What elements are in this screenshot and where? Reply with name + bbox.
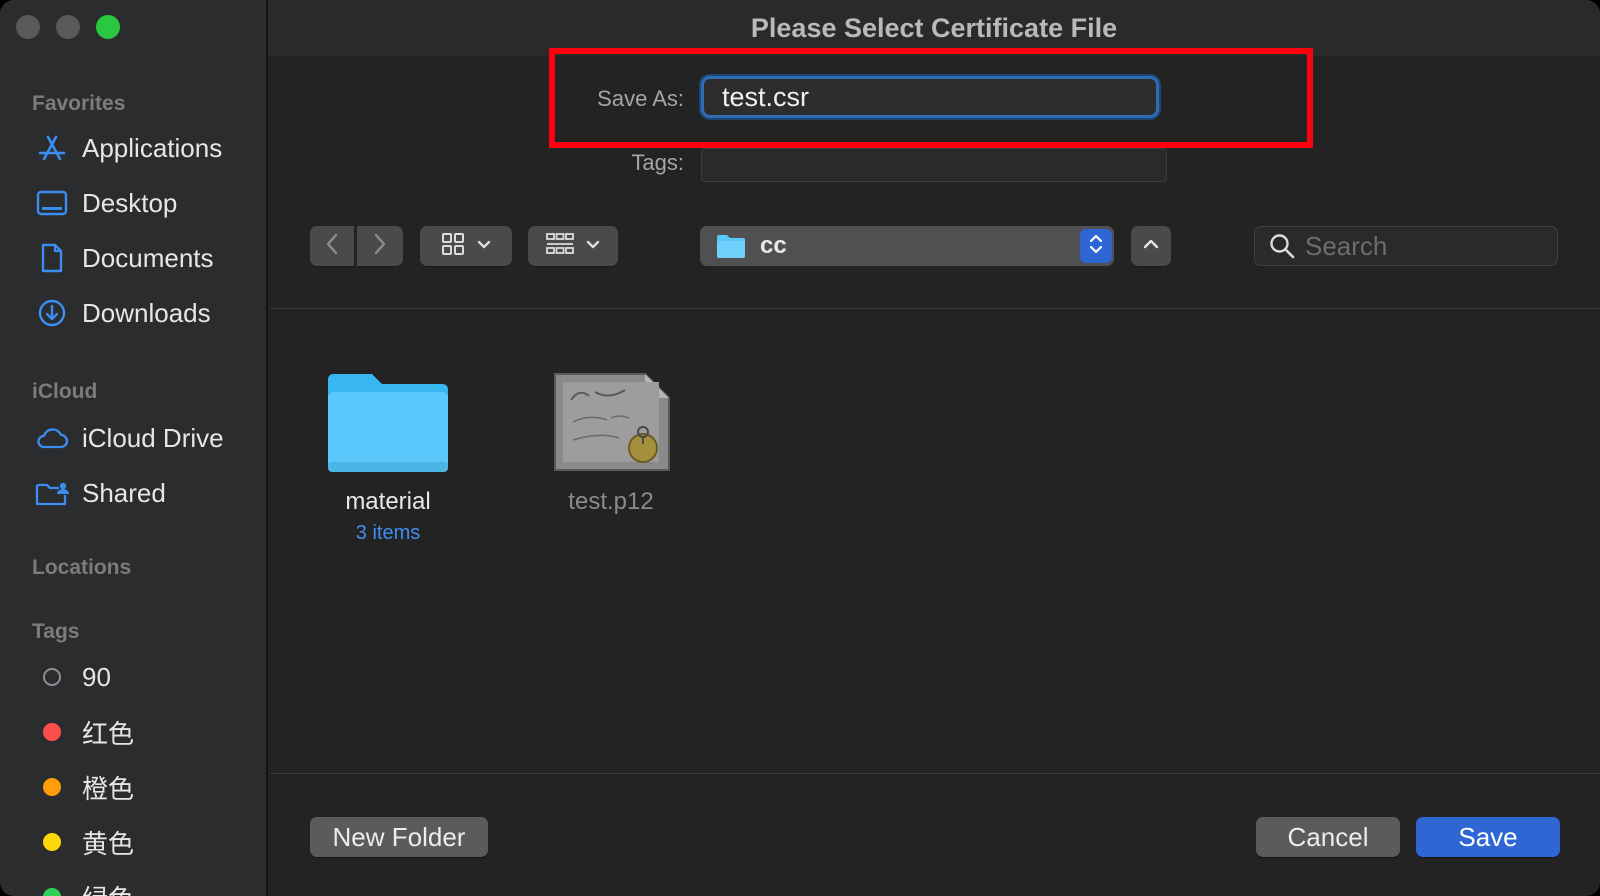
sidebar-tag-label: 黄色 [82,828,135,859]
downloads-icon [34,298,70,328]
sidebar-tag-label: 绿色 [82,879,134,896]
collapse-button[interactable] [1131,226,1171,266]
sidebar-item-downloads[interactable]: Downloads [26,291,262,335]
sidebar-item-icloud-drive[interactable]: iCloud Drive [26,416,262,460]
chevron-left-icon [325,233,339,260]
chevron-up-down-icon [1089,232,1103,261]
back-button[interactable] [310,226,354,266]
sidebar: Favorites Applications Desktop Documents… [0,0,268,896]
sidebar-section-icloud: iCloud [32,380,98,403]
cloud-icon [34,423,70,453]
sidebar-tag-orange[interactable]: 橙色 [26,765,262,809]
save-button[interactable]: Save [1416,817,1560,857]
sidebar-item-label: Desktop [82,187,178,218]
search-icon [1269,233,1295,259]
location-popup[interactable]: cc [700,226,1114,266]
sidebar-tag-label: 橙色 [82,773,135,804]
certificate-file-icon [511,370,711,474]
folder-icon [716,233,746,259]
file-item-folder[interactable]: material 3 items [288,370,488,545]
sidebar-tag-yellow[interactable]: 黄色 [26,820,262,864]
close-window-button[interactable] [16,15,40,39]
icon-view-icon [441,232,465,261]
sidebar-item-label: Downloads [82,297,211,328]
sidebar-item-shared[interactable]: Shared [26,471,262,515]
highlight-box [549,48,1313,148]
sidebar-item-label: Shared [82,477,166,508]
sidebar-section-tags: Tags [32,620,80,643]
document-icon [34,243,70,273]
applications-icon [34,133,70,163]
sidebar-item-label: Applications [82,132,223,163]
tag-dot-icon [34,772,70,802]
tags-label: Tags: [631,150,684,175]
chevron-down-icon [586,237,600,255]
location-label: cc [760,232,787,259]
chevron-up-icon [1143,237,1159,255]
file-item-certificate: test.p12 [511,370,711,516]
search-input[interactable] [1303,229,1547,263]
shared-folder-icon [34,478,70,508]
tag-dot-icon [34,717,70,747]
save-dialog-window: Favorites Applications Desktop Documents… [0,0,1600,896]
file-item-count: 3 items [355,522,421,544]
file-name: test.p12 [568,488,654,515]
chevron-right-icon [373,233,387,260]
toolbar-divider [270,308,1600,309]
tag-dot-icon [34,827,70,857]
cancel-button[interactable]: Cancel [1256,817,1400,857]
sidebar-tag-red[interactable]: 红色 [26,710,262,754]
footer-divider [270,773,1600,774]
sidebar-item-documents[interactable]: Documents [26,236,262,280]
new-folder-button[interactable]: New Folder [310,817,488,857]
minimize-window-button[interactable] [56,15,80,39]
file-name: material [345,488,431,515]
zoom-window-button[interactable] [96,15,120,39]
tags-field[interactable] [701,148,1167,182]
chevron-down-icon [477,237,491,255]
location-stepper[interactable] [1080,229,1112,263]
sidebar-item-label: Documents [82,242,214,273]
sidebar-tag-label: 90 [82,661,111,692]
sidebar-item-label: iCloud Drive [82,422,224,453]
sidebar-tag-90[interactable]: 90 [26,655,262,699]
desktop-icon [34,188,70,218]
search-field[interactable] [1254,226,1558,266]
view-mode-button[interactable] [420,226,512,266]
group-view-icon [546,232,574,261]
sidebar-item-applications[interactable]: Applications [26,126,262,170]
sidebar-item-desktop[interactable]: Desktop [26,181,262,225]
sidebar-tag-green[interactable]: 绿色 [26,875,262,896]
tag-dot-icon [34,882,70,896]
sidebar-tag-label: 红色 [82,718,135,749]
tag-dot-icon [34,662,70,692]
group-by-button[interactable] [528,226,618,266]
sidebar-section-favorites: Favorites [32,92,126,115]
forward-button[interactable] [357,226,403,266]
sidebar-section-locations: Locations [32,556,132,579]
folder-icon [288,370,488,474]
